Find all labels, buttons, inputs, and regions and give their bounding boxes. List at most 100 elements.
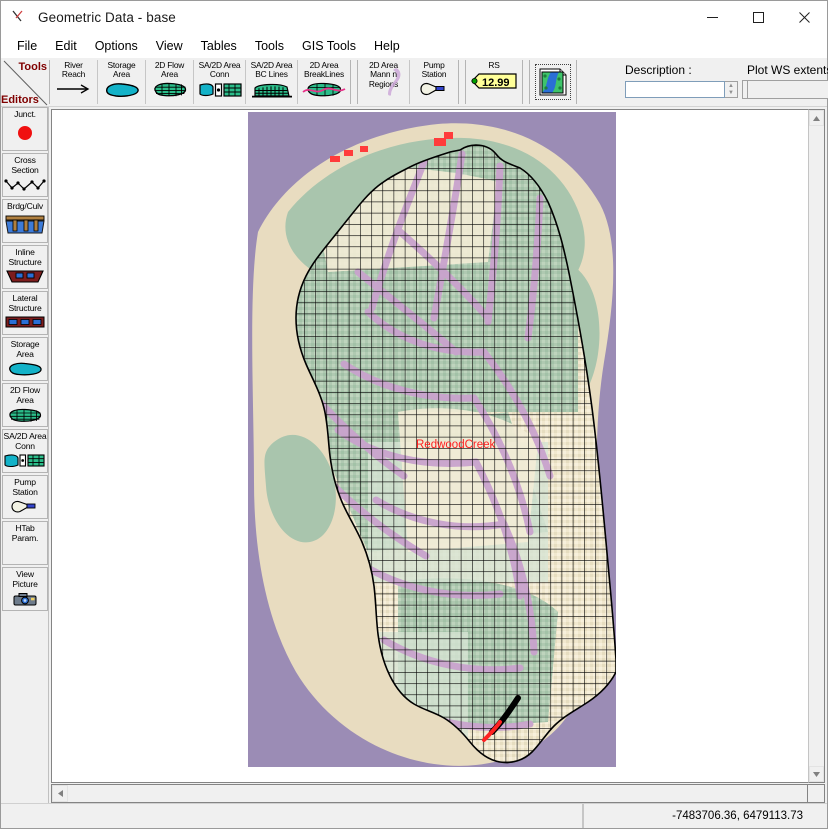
river-reach-icon bbox=[10, 7, 30, 27]
scroll-left-icon[interactable] bbox=[52, 785, 68, 802]
toolbar-bc-lines-label-2: BC Lines bbox=[255, 69, 288, 80]
description-area: Description : ▲ ▼ ... Plot WS extents fo… bbox=[577, 58, 828, 106]
profile-label: Plot WS extents for Profile: bbox=[747, 63, 828, 77]
breaklines-icon bbox=[301, 81, 347, 98]
toolbar-group-secondary: 2D Area Mann n Regions Pump Station bbox=[357, 60, 459, 104]
toolbar-sa2d-conn-button[interactable]: SA/2D Area Conn bbox=[194, 60, 246, 104]
spinner-up-icon[interactable]: ▲ bbox=[725, 82, 737, 90]
toolbar-group-gis bbox=[529, 60, 577, 104]
sidebar-item-cross-section[interactable]: Cross Section bbox=[2, 153, 48, 197]
canvas-outer: RedwoodCreek bbox=[49, 107, 827, 803]
scroll-corner bbox=[808, 784, 825, 803]
maximize-button[interactable] bbox=[735, 1, 781, 33]
scroll-down-icon[interactable] bbox=[809, 766, 824, 782]
menu-gis-tools[interactable]: GIS Tools bbox=[293, 37, 365, 56]
mesh-label: RedwoodCreek bbox=[416, 439, 496, 451]
canvas-wrap: RedwoodCreek bbox=[51, 109, 825, 783]
sidebar-item-lateral-structure[interactable]: Lateral Structure bbox=[2, 291, 48, 335]
title-bar: Geometric Data - base bbox=[1, 1, 827, 34]
menu-view[interactable]: View bbox=[147, 37, 192, 56]
horizontal-scrollbar[interactable] bbox=[51, 784, 808, 803]
spinner-down-icon[interactable]: ▼ bbox=[725, 90, 737, 98]
toolbar-breaklines-label-2: BreakLines bbox=[304, 69, 344, 80]
vscroll-track[interactable] bbox=[809, 126, 824, 766]
toolbar-group-river-station: RS 12.99 bbox=[465, 60, 523, 104]
sidebar-lateral-label-2: Structure bbox=[8, 302, 42, 313]
menu-bar: File Edit Options View Tables Tools GIS … bbox=[1, 34, 827, 58]
sidebar-item-bridge-culvert[interactable]: Brdg/Culv bbox=[2, 199, 48, 243]
toolbar-river-reach-button[interactable]: River Reach bbox=[50, 60, 98, 104]
sidebar-item-storage-area[interactable]: Storage Area bbox=[2, 337, 48, 381]
toolbar-2d-flow-area-button[interactable]: 2D Flow Area bbox=[146, 60, 194, 104]
sidebar-inline-label-2: Structure bbox=[8, 256, 42, 267]
sidebar-item-pump-station[interactable]: Pump Station bbox=[2, 475, 48, 519]
geometric-data-window: Geometric Data - base File Edit Options … bbox=[0, 0, 828, 829]
sidebar-conn-label-2: Conn bbox=[15, 440, 35, 451]
sidebar-htab-label-2: Param. bbox=[11, 532, 39, 543]
toolbar-gis-layers-button[interactable] bbox=[530, 60, 576, 104]
tools-editors-divider: Tools Editors bbox=[1, 58, 49, 106]
description-block: Description : ▲ ▼ ... bbox=[625, 63, 764, 99]
junction-icon bbox=[12, 122, 38, 142]
status-bar: -7483706.36, 6479113.73 bbox=[1, 803, 827, 828]
tools-label: Tools bbox=[18, 61, 47, 73]
toolbar-pump-station-button[interactable]: Pump Station bbox=[410, 60, 458, 104]
sidebar-item-htab-param[interactable]: HTab Param. bbox=[2, 521, 48, 565]
sa2d-conn-icon bbox=[3, 453, 47, 468]
toolbar-storage-area-button[interactable]: Storage Area bbox=[98, 60, 146, 104]
toolbar-mannings-regions-button[interactable]: 2D Area Mann n Regions bbox=[358, 60, 410, 104]
sidebar-pump-label-2: Station bbox=[12, 486, 38, 497]
editors-label: Editors bbox=[1, 94, 39, 106]
sidebar-junction-label: Junct. bbox=[14, 109, 36, 119]
pump-station-icon bbox=[417, 81, 451, 97]
toolbar-breaklines-button[interactable]: 2D Area BreakLines bbox=[298, 60, 350, 104]
hscroll-track[interactable] bbox=[68, 785, 807, 802]
description-input[interactable] bbox=[625, 81, 725, 98]
vertical-scrollbar[interactable] bbox=[808, 109, 825, 783]
flow-area-icon bbox=[6, 407, 44, 423]
svg-text:12.99: 12.99 bbox=[482, 77, 510, 89]
menu-options[interactable]: Options bbox=[86, 37, 147, 56]
sidebar-bridge-label: Brdg/Culv bbox=[7, 201, 43, 211]
sidebar-storage-label-2: Area bbox=[16, 348, 34, 359]
profile-combo[interactable] bbox=[747, 80, 828, 99]
sidebar-xs-label-2: Section bbox=[11, 164, 39, 175]
toolbar-group-primary: River Reach Storage Area 2D Flow Area SA… bbox=[49, 60, 351, 104]
editors-sidebar: Junct. Cross Section Brdg/Culv Inline St… bbox=[1, 107, 49, 803]
status-coordinates: -7483706.36, 6479113.73 bbox=[583, 804, 811, 828]
sa2d-conn-icon bbox=[197, 81, 243, 98]
inline-structure-icon bbox=[4, 269, 46, 285]
description-label: Description : bbox=[625, 63, 692, 77]
menu-tables[interactable]: Tables bbox=[192, 37, 246, 56]
status-left-pane bbox=[1, 804, 583, 828]
toolbar-rs-label: RS bbox=[488, 60, 500, 70]
minimize-button[interactable] bbox=[689, 1, 735, 33]
pump-station-icon bbox=[8, 499, 42, 514]
toolbar-river-station-button[interactable]: RS 12.99 bbox=[466, 60, 522, 104]
toolbar-bc-lines-button[interactable]: SA/2D Area BC Lines bbox=[246, 60, 298, 104]
resize-grip[interactable] bbox=[811, 804, 827, 828]
sidebar-flow-label-2: Area bbox=[16, 394, 34, 405]
sidebar-item-junction[interactable]: Junct. bbox=[2, 107, 48, 151]
window-body: Junct. Cross Section Brdg/Culv Inline St… bbox=[1, 107, 827, 803]
bc-lines-icon bbox=[249, 81, 295, 98]
sidebar-item-inline-structure[interactable]: Inline Structure bbox=[2, 245, 48, 289]
close-button[interactable] bbox=[781, 1, 827, 33]
mannings-regions-icon bbox=[383, 67, 405, 97]
window-title: Geometric Data - base bbox=[38, 9, 176, 25]
menu-help[interactable]: Help bbox=[365, 37, 409, 56]
sidebar-item-sa2d-conn[interactable]: SA/2D Area Conn bbox=[2, 429, 48, 473]
sidebar-picture-label-2: Picture bbox=[12, 578, 38, 589]
menu-tools[interactable]: Tools bbox=[246, 37, 293, 56]
sidebar-item-view-picture[interactable]: View Picture bbox=[2, 567, 48, 611]
storage-area-icon bbox=[6, 361, 44, 376]
geometry-canvas[interactable]: RedwoodCreek bbox=[51, 109, 808, 783]
scroll-up-icon[interactable] bbox=[809, 110, 824, 126]
sidebar-item-2d-flow-area[interactable]: 2D Flow Area bbox=[2, 383, 48, 427]
menu-edit[interactable]: Edit bbox=[46, 37, 86, 56]
cross-section-icon bbox=[4, 177, 46, 193]
map-view[interactable]: RedwoodCreek bbox=[248, 112, 616, 767]
description-spinner[interactable]: ▲ ▼ bbox=[725, 81, 738, 98]
toolbar-river-reach-label-2: Reach bbox=[61, 69, 86, 80]
menu-file[interactable]: File bbox=[8, 37, 46, 56]
